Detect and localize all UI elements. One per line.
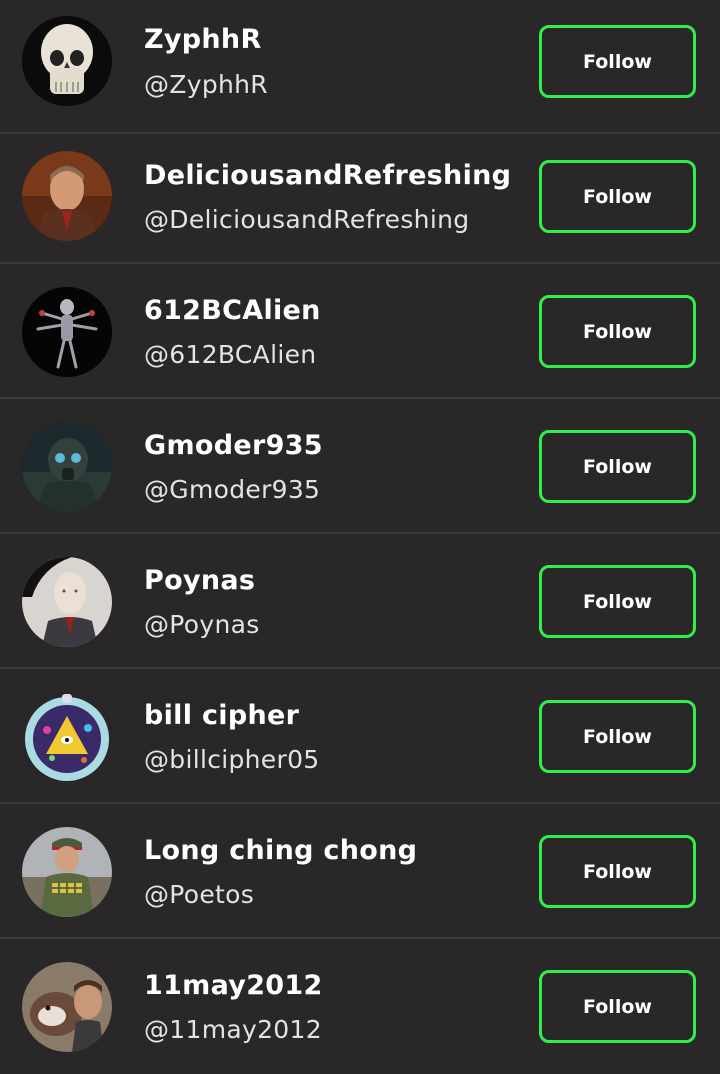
follow-button[interactable]: Follow	[539, 970, 696, 1043]
skull-avatar-icon	[22, 16, 112, 106]
user-name[interactable]: ZyphhR	[144, 24, 262, 55]
bald-man-avatar-icon	[22, 557, 112, 647]
avatar[interactable]	[22, 16, 112, 106]
user-row[interactable]: bill cipher @billcipher05 Follow	[0, 670, 720, 804]
user-row[interactable]: 612BCAlien @612BCAlien Follow	[0, 265, 720, 399]
dog-avatar-icon	[22, 962, 112, 1052]
user-row[interactable]: Poynas @Poynas Follow	[0, 535, 720, 669]
avatar[interactable]	[22, 962, 112, 1052]
user-handle: @11may2012	[144, 1015, 322, 1044]
user-name[interactable]: 11may2012	[144, 970, 323, 1001]
follow-button[interactable]: Follow	[539, 160, 696, 233]
user-name[interactable]: DeliciousandRefreshing	[144, 160, 511, 191]
alien-figure-avatar-icon	[22, 287, 112, 377]
user-handle: @DeliciousandRefreshing	[144, 205, 470, 234]
user-handle: @Poynas	[144, 610, 260, 639]
uniformed-leader-avatar-icon	[22, 827, 112, 917]
gasmask-soldier-avatar-icon	[22, 422, 112, 512]
user-name[interactable]: 612BCAlien	[144, 295, 321, 326]
avatar[interactable]	[22, 557, 112, 647]
follow-button[interactable]: Follow	[539, 565, 696, 638]
user-row[interactable]: Long ching chong @Poetos Follow	[0, 805, 720, 939]
user-handle: @Poetos	[144, 880, 255, 909]
follow-button[interactable]: Follow	[539, 835, 696, 908]
avatar[interactable]	[22, 151, 112, 241]
user-name[interactable]: Poynas	[144, 565, 255, 596]
user-row[interactable]: Gmoder935 @Gmoder935 Follow	[0, 400, 720, 534]
user-name[interactable]: Gmoder935	[144, 430, 323, 461]
bill-cipher-badge-avatar-icon	[22, 692, 112, 782]
user-name[interactable]: bill cipher	[144, 700, 299, 731]
user-row[interactable]: DeliciousandRefreshing @DeliciousandRefr…	[0, 130, 720, 264]
user-handle: @billcipher05	[144, 745, 320, 774]
user-handle: @Gmoder935	[144, 475, 321, 504]
user-row[interactable]: 11may2012 @11may2012 Follow	[0, 940, 720, 1074]
user-list: ZyphhR @ZyphhR Follow DeliciousandRefres…	[0, 0, 720, 1056]
follow-button[interactable]: Follow	[539, 295, 696, 368]
avatar[interactable]	[22, 692, 112, 782]
user-row[interactable]: ZyphhR @ZyphhR Follow	[0, 0, 720, 134]
follow-button[interactable]: Follow	[539, 430, 696, 503]
man-portrait-avatar-icon	[22, 151, 112, 241]
user-handle: @612BCAlien	[144, 340, 317, 369]
follow-button[interactable]: Follow	[539, 700, 696, 773]
avatar[interactable]	[22, 827, 112, 917]
avatar[interactable]	[22, 287, 112, 377]
follow-button[interactable]: Follow	[539, 25, 696, 98]
avatar[interactable]	[22, 422, 112, 512]
user-name[interactable]: Long ching chong	[144, 835, 417, 866]
user-handle: @ZyphhR	[144, 70, 268, 99]
